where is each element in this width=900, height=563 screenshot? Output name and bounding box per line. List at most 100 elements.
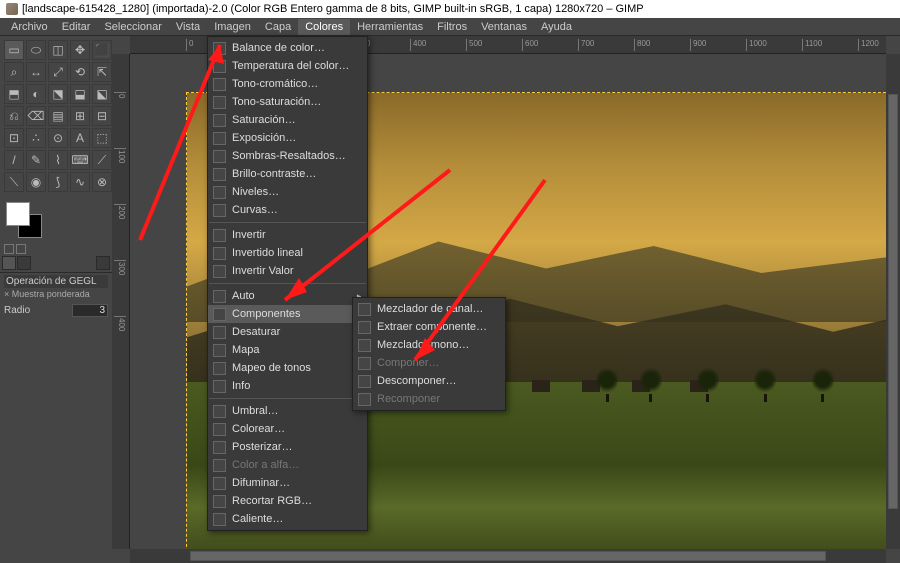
scrollbar-thumb[interactable]: [190, 551, 826, 561]
menu-item[interactable]: Desaturar▸: [208, 323, 367, 341]
menu-item[interactable]: Exposición…: [208, 129, 367, 147]
fg-bg-swatch[interactable]: [6, 202, 42, 238]
tool-button[interactable]: ◉: [26, 172, 46, 192]
tool-button[interactable]: ⊡: [4, 128, 24, 148]
menu-herramientas[interactable]: Herramientas: [350, 19, 430, 35]
ruler-tick: 1000: [746, 39, 767, 51]
tool-button[interactable]: ◐: [26, 84, 46, 104]
menu-item-icon: [213, 477, 226, 490]
tool-button[interactable]: ⟍: [4, 172, 24, 192]
menu-item[interactable]: Brillo-contraste…: [208, 165, 367, 183]
tool-button[interactable]: ⬓: [70, 84, 90, 104]
vertical-scrollbar[interactable]: [886, 54, 900, 549]
tool-button[interactable]: ✥: [70, 40, 90, 60]
menu-item-label: Desaturar: [232, 326, 280, 338]
tool-button[interactable]: ⬚: [92, 128, 112, 148]
tool-button[interactable]: ⬒: [4, 84, 24, 104]
tool-button[interactable]: ⟋: [92, 150, 112, 170]
menu-item[interactable]: Recortar RGB…: [208, 492, 367, 510]
menu-ayuda[interactable]: Ayuda: [534, 19, 579, 35]
tool-button[interactable]: ▭: [4, 40, 24, 60]
submenu-item[interactable]: Descomponer…: [353, 372, 505, 390]
menu-item[interactable]: Auto▸: [208, 287, 367, 305]
tool-button[interactable]: ⤢: [48, 62, 68, 82]
menu-item[interactable]: Mapeo de tonos▸: [208, 359, 367, 377]
default-colors-icon[interactable]: [16, 244, 26, 254]
menu-item[interactable]: Difuminar…: [208, 474, 367, 492]
tool-button[interactable]: ⌕: [4, 62, 24, 82]
tool-button[interactable]: ⊞: [70, 106, 90, 126]
menu-item[interactable]: Balance de color…: [208, 39, 367, 57]
menu-seleccionar[interactable]: Seleccionar: [97, 19, 168, 35]
menu-item[interactable]: Umbral…: [208, 402, 367, 420]
menu-capa[interactable]: Capa: [258, 19, 298, 35]
tool-button[interactable]: ↔: [26, 62, 46, 82]
menu-item[interactable]: Invertir: [208, 226, 367, 244]
menu-item-icon: [213, 132, 226, 145]
menu-imagen[interactable]: Imagen: [207, 19, 258, 35]
menu-item[interactable]: Posterizar…: [208, 438, 367, 456]
tool-button[interactable]: ∴: [26, 128, 46, 148]
fg-color[interactable]: [6, 202, 30, 226]
tool-button[interactable]: ⊟: [92, 106, 112, 126]
menu-item[interactable]: Caliente…: [208, 510, 367, 528]
menu-item-icon: [213, 495, 226, 508]
menu-item-icon: [213, 290, 226, 303]
tool-button[interactable]: /: [4, 150, 24, 170]
menu-item[interactable]: Invertir Valor: [208, 262, 367, 280]
menu-item-label: Mapa: [232, 344, 260, 356]
tool-button[interactable]: ⊙: [48, 128, 68, 148]
menu-item[interactable]: Info▸: [208, 377, 367, 395]
menu-item[interactable]: Colorear…: [208, 420, 367, 438]
radio-input[interactable]: [72, 304, 108, 317]
menu-separator: [209, 283, 366, 284]
tool-button[interactable]: ⬛: [92, 40, 112, 60]
tool-button[interactable]: ⇱: [92, 62, 112, 82]
tool-button[interactable]: ✎: [26, 150, 46, 170]
dock-tab[interactable]: [2, 256, 16, 270]
submenu-item[interactable]: Mezclador de canal…: [353, 300, 505, 318]
menu-item[interactable]: Sombras-Resaltados…: [208, 147, 367, 165]
ruler-tick: 0: [114, 92, 126, 98]
horizontal-scrollbar[interactable]: [130, 549, 886, 563]
tool-button[interactable]: ⟲: [70, 62, 90, 82]
left-panel: ▭⬭◫✥⬛⌕↔⤢⟲⇱⬒◐⬔⬓⬕⎌⌫▤⊞⊟⊡∴⊙A⬚/✎⌇⌨⟋⟍◉⟆∿⊗ Oper…: [0, 36, 112, 563]
menu-item[interactable]: Niveles…: [208, 183, 367, 201]
menu-ventanas[interactable]: Ventanas: [474, 19, 534, 35]
tool-button[interactable]: ▤: [48, 106, 68, 126]
swap-colors-icon[interactable]: [4, 244, 14, 254]
tool-button[interactable]: A: [70, 128, 90, 148]
scrollbar-thumb[interactable]: [888, 94, 898, 509]
tool-button[interactable]: ⬕: [92, 84, 112, 104]
menu-item[interactable]: Componentes▸: [208, 305, 367, 323]
menu-item[interactable]: Tono-saturación…: [208, 93, 367, 111]
tool-button[interactable]: ⬭: [26, 40, 46, 60]
menu-item[interactable]: Saturación…: [208, 111, 367, 129]
menu-colores[interactable]: Colores: [298, 19, 350, 35]
submenu-item[interactable]: Mezclador mono…: [353, 336, 505, 354]
menu-item[interactable]: Invertido lineal: [208, 244, 367, 262]
menu-editar[interactable]: Editar: [55, 19, 98, 35]
menu-item[interactable]: Mapa▸: [208, 341, 367, 359]
tool-button[interactable]: ⊗: [92, 172, 112, 192]
tool-button[interactable]: ⟆: [48, 172, 68, 192]
menu-item-icon: [213, 186, 226, 199]
menu-item[interactable]: Tono-cromático…: [208, 75, 367, 93]
tool-button[interactable]: ◫: [48, 40, 68, 60]
dock-tab[interactable]: [17, 256, 31, 270]
menu-vista[interactable]: Vista: [169, 19, 207, 35]
menu-item[interactable]: Curvas…: [208, 201, 367, 219]
dock-menu-icon[interactable]: [96, 256, 110, 270]
menu-filtros[interactable]: Filtros: [430, 19, 474, 35]
menu-archivo[interactable]: Archivo: [4, 19, 55, 35]
tool-button[interactable]: ⌨: [70, 150, 90, 170]
tool-button[interactable]: ∿: [70, 172, 90, 192]
tool-button[interactable]: ⎌: [4, 106, 24, 126]
submenu-item[interactable]: Extraer componente…: [353, 318, 505, 336]
tool-button[interactable]: ⬔: [48, 84, 68, 104]
menu-item-icon: [213, 513, 226, 526]
menu-item-icon: [213, 459, 226, 472]
tool-button[interactable]: ⌫: [26, 106, 46, 126]
tool-button[interactable]: ⌇: [48, 150, 68, 170]
menu-item[interactable]: Temperatura del color…: [208, 57, 367, 75]
